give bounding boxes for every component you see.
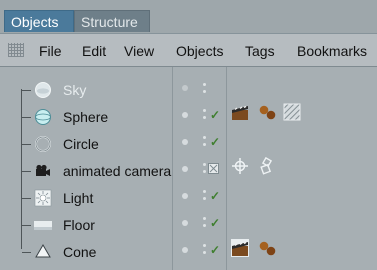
editor-visibility-dot[interactable] <box>182 193 188 199</box>
render-visibility-dot[interactable] <box>203 90 206 93</box>
list-item-cone[interactable]: Cone <box>8 239 377 266</box>
camera-icon <box>36 164 50 176</box>
tree-branch <box>22 252 31 253</box>
sphere-icon <box>35 109 51 125</box>
object-name: Sphere <box>63 109 109 125</box>
list-item-sky[interactable]: Sky <box>8 77 377 104</box>
tab-bar: Objects Structure <box>0 0 377 33</box>
material-balls-tag-icon[interactable] <box>258 239 276 257</box>
floor-icon <box>34 221 52 230</box>
menu-bar: File Edit View Objects Tags Bookmarks <box>0 33 377 67</box>
menu-tags[interactable]: Tags <box>245 41 275 61</box>
editor-visibility-dot[interactable] <box>182 139 188 145</box>
list-item-sphere[interactable]: Sphere <box>8 104 377 131</box>
render-visibility-dot[interactable] <box>203 83 206 86</box>
render-visibility-dot[interactable] <box>203 136 206 139</box>
material-balls-tag-icon[interactable] <box>258 103 276 121</box>
render-visibility-dot[interactable] <box>203 244 206 247</box>
render-visibility-dot[interactable] <box>203 190 206 193</box>
render-visibility-dot[interactable] <box>203 170 206 173</box>
object-name: Circle <box>63 136 99 152</box>
editor-visibility-dot[interactable] <box>182 85 188 91</box>
clapboard-tag-icon[interactable] <box>231 239 249 257</box>
light-icon <box>34 189 52 207</box>
enabled-check-icon[interactable]: ✓ <box>210 135 220 149</box>
list-item-animated-camera[interactable]: animated camera <box>8 158 377 185</box>
object-name: Sky <box>63 82 87 98</box>
render-visibility-dot[interactable] <box>203 143 206 146</box>
object-name: animated camera <box>63 163 172 179</box>
cone-icon <box>35 244 51 258</box>
tree-branch <box>22 117 31 118</box>
menu-view[interactable]: View <box>124 41 154 61</box>
render-visibility-dot[interactable] <box>203 224 206 227</box>
tree-branch <box>22 171 31 172</box>
object-tree: Sky Sphere Circle animated camera Light … <box>8 77 178 270</box>
render-visibility-dot[interactable] <box>203 197 206 200</box>
editor-visibility-dot[interactable] <box>182 247 188 253</box>
enabled-check-icon[interactable]: ✓ <box>210 189 220 203</box>
enabled-check-icon[interactable]: ✓ <box>210 216 220 230</box>
menu-file[interactable]: File <box>39 41 62 61</box>
clapboard-tag-icon[interactable] <box>231 103 249 121</box>
tree-branch <box>22 198 31 199</box>
tree-branch <box>22 90 31 91</box>
enabled-check-icon[interactable]: ✓ <box>210 243 220 257</box>
sky-icon <box>35 82 51 98</box>
render-visibility-dot[interactable] <box>203 109 206 112</box>
tab-objects[interactable]: Objects <box>4 10 74 32</box>
editor-visibility-dot[interactable] <box>182 166 188 172</box>
menu-edit[interactable]: Edit <box>82 41 106 61</box>
render-visibility-dot[interactable] <box>203 163 206 166</box>
menu-bookmarks[interactable]: Bookmarks <box>297 41 367 61</box>
enabled-check-icon[interactable]: ✓ <box>210 108 220 122</box>
target-tag-icon[interactable] <box>231 157 249 175</box>
object-name: Floor <box>63 217 95 233</box>
list-item-light[interactable]: Light <box>8 185 377 212</box>
hatched-texture-tag-icon[interactable] <box>283 103 301 121</box>
menu-objects[interactable]: Objects <box>176 41 223 61</box>
tree-branch <box>22 225 31 226</box>
list-item-floor[interactable]: Floor <box>8 212 377 239</box>
editor-visibility-dot[interactable] <box>182 112 188 118</box>
object-manager-window: Objects Structure File Edit View Objects… <box>0 0 377 270</box>
camera-active-toggle-icon[interactable] <box>208 163 219 174</box>
tree-branch <box>22 144 31 145</box>
protection-tag-icon[interactable] <box>258 157 276 175</box>
render-visibility-dot[interactable] <box>203 251 206 254</box>
list-item-circle[interactable]: Circle <box>8 131 377 158</box>
object-name: Light <box>63 190 94 206</box>
render-visibility-dot[interactable] <box>203 217 206 220</box>
render-visibility-dot[interactable] <box>203 116 206 119</box>
tab-structure[interactable]: Structure <box>74 10 150 32</box>
menu-grip-icon[interactable] <box>8 43 24 57</box>
editor-visibility-dot[interactable] <box>182 220 188 226</box>
circle-spline-icon <box>35 136 51 152</box>
object-name: Cone <box>63 244 97 260</box>
